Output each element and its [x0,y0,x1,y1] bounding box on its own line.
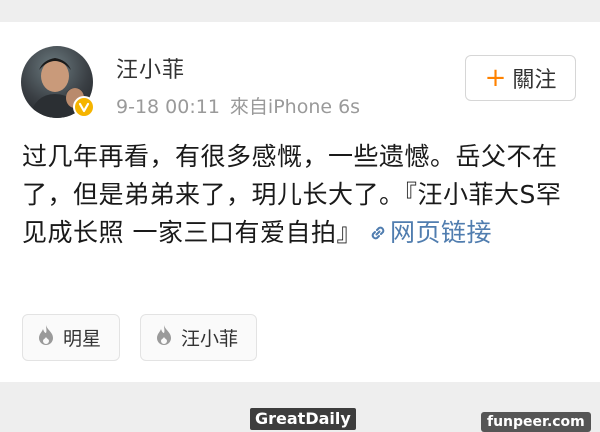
web-link-label: 网页链接 [389,218,492,247]
post-body: 过几年再看，有很多感慨，一些遗憾。岳父不在了，但是弟弟来了，玥儿长大了。『汪小菲… [22,138,582,254]
post-meta: 9-18 00:11 來自iPhone 6s [116,92,360,119]
topic-tags: 明星 汪小菲 [22,314,258,361]
post-source[interactable]: 來自iPhone 6s [230,96,360,118]
flame-icon [155,324,173,351]
username[interactable]: 汪小菲 [116,52,185,84]
verified-badge-icon [73,96,95,118]
link-icon [368,216,388,254]
flame-icon [37,324,55,351]
tag-star[interactable]: 明星 [22,314,121,361]
weibo-post-card: 汪小菲 9-18 00:11 來自iPhone 6s + 關注 过几年再看，有很多… [0,22,600,382]
tag-label: 汪小菲 [181,328,239,350]
post-time: 9-18 00:11 [116,96,220,118]
tag-wang-xiaofei[interactable]: 汪小菲 [140,314,258,361]
follow-button-label: 關注 [512,68,557,93]
web-link[interactable]: 网页链接 [362,218,492,247]
watermark-greatdaily: GreatDaily [250,408,356,430]
watermark-funpeer: funpeer.com [481,412,591,432]
tag-label: 明星 [63,328,102,350]
plus-icon: + [484,63,507,93]
follow-button[interactable]: + 關注 [465,55,576,101]
